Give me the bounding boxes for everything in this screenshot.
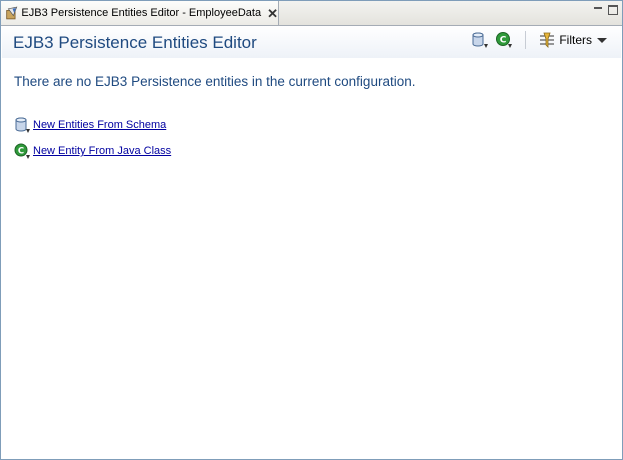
database-add-icon bbox=[15, 117, 30, 133]
window-controls bbox=[593, 4, 618, 15]
chevron-down-icon bbox=[597, 37, 607, 43]
database-add-icon[interactable] bbox=[471, 31, 489, 49]
svg-text:C: C bbox=[500, 36, 507, 46]
toolbar-separator bbox=[525, 31, 527, 49]
svg-text:C: C bbox=[18, 147, 24, 157]
minimize-icon[interactable] bbox=[593, 4, 604, 15]
filters-button[interactable]: Filters bbox=[538, 31, 607, 49]
new-entities-from-schema-link[interactable]: New Entities From Schema bbox=[33, 119, 166, 131]
class-add-icon[interactable]: C bbox=[495, 31, 513, 49]
empty-message: There are no EJB3 Persistence entities i… bbox=[14, 74, 416, 89]
tab-title: EJB3 Persistence Entities Editor - Emplo… bbox=[21, 7, 262, 19]
new-entity-from-java-class-row: C New Entity From Java Class bbox=[14, 143, 171, 159]
maximize-icon[interactable] bbox=[608, 5, 618, 15]
editor-tab[interactable]: EJB3 Persistence Entities Editor - Emplo… bbox=[1, 1, 279, 25]
class-add-icon: C bbox=[14, 143, 30, 159]
close-icon[interactable]: ✕ bbox=[267, 7, 278, 20]
new-entities-from-schema-row: New Entities From Schema bbox=[14, 117, 166, 133]
filter-icon bbox=[540, 32, 555, 48]
tab-strip: EJB3 Persistence Entities Editor - Emplo… bbox=[1, 1, 622, 26]
new-entity-from-java-class-link[interactable]: New Entity From Java Class bbox=[33, 145, 171, 157]
header-toolbar: C Filters bbox=[471, 31, 607, 49]
editor-header: EJB3 Persistence Entities Editor C Filte… bbox=[2, 26, 621, 58]
editor-frame: EJB3 Persistence Entities Editor - Emplo… bbox=[0, 0, 623, 460]
page-title: EJB3 Persistence Entities Editor bbox=[13, 33, 257, 52]
filters-label: Filters bbox=[559, 33, 592, 47]
editor-app-icon bbox=[6, 6, 18, 20]
